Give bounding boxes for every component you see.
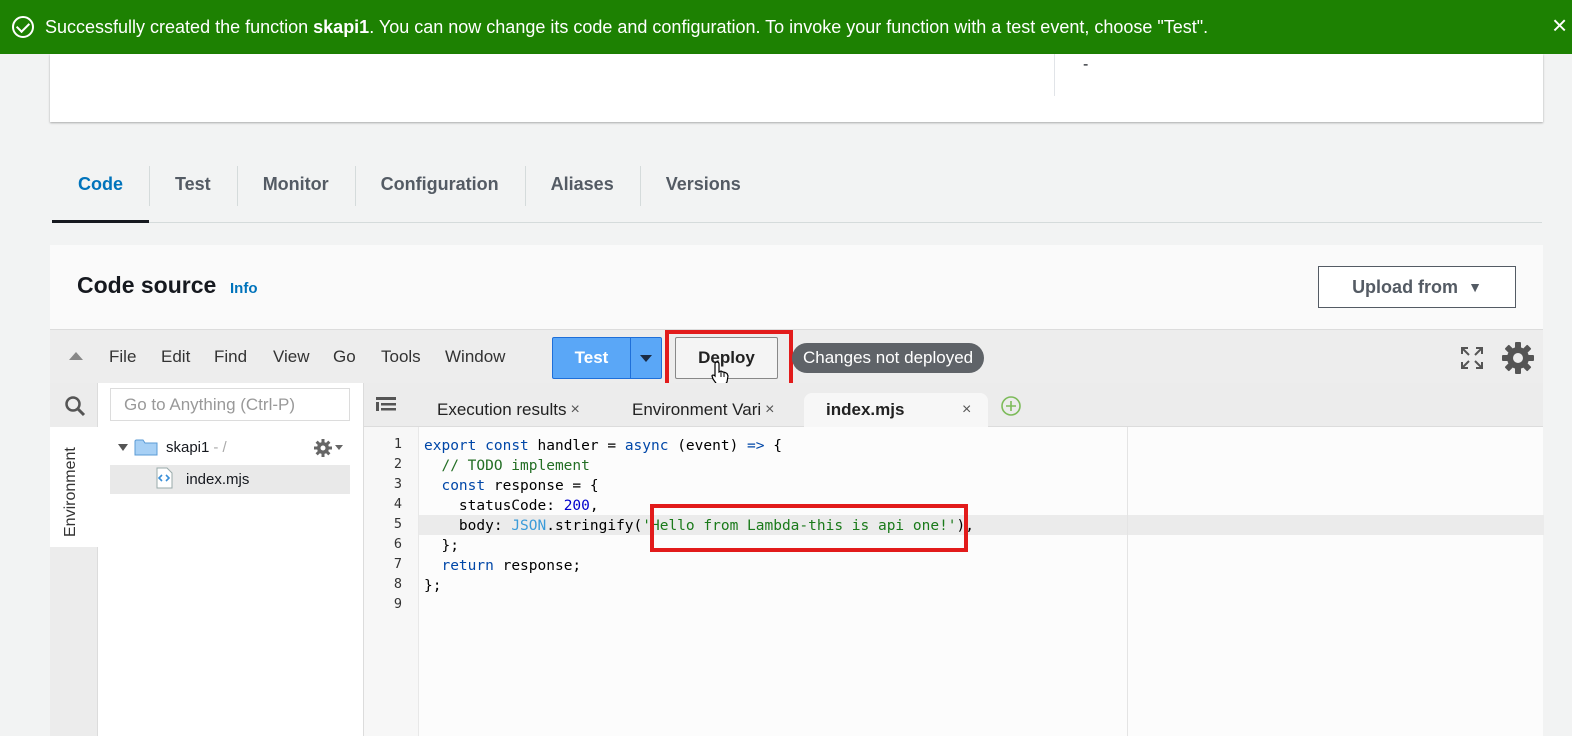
tab-aliases[interactable]: Aliases xyxy=(524,160,640,222)
menu-tools[interactable]: Tools xyxy=(381,347,421,367)
file-tree: skapi1 - / xyxy=(98,383,364,736)
folder-name: skapi1 xyxy=(166,439,210,456)
function-overview-card: - xyxy=(50,54,1543,122)
panel-header: Code source Info Upload from ▼ xyxy=(50,245,1543,329)
line-number: 4 xyxy=(393,496,402,512)
code-line: export const handler = async (event) => … xyxy=(424,438,782,454)
card-divider xyxy=(1054,54,1055,96)
line-number: 9 xyxy=(393,596,402,612)
editor-tab-index-mjs[interactable]: index.mjs × xyxy=(804,393,988,427)
info-link[interactable]: Info xyxy=(230,280,258,297)
code-line: return response; xyxy=(441,558,582,574)
collapse-icon[interactable] xyxy=(69,352,83,360)
search-icon[interactable] xyxy=(64,395,86,417)
panel-title: Code source xyxy=(77,272,217,298)
tree-file-row[interactable]: index.mjs xyxy=(110,465,350,494)
side-rail: Environment xyxy=(50,383,98,736)
tab-configuration[interactable]: Configuration xyxy=(354,160,525,222)
menu-file[interactable]: File xyxy=(109,347,136,367)
environment-tab-label: Environment xyxy=(62,447,79,537)
gear-icon[interactable] xyxy=(1501,341,1535,375)
menu-view[interactable]: View xyxy=(273,347,310,367)
banner-message: Successfully created the function skapi1… xyxy=(45,16,1209,37)
card-value: - xyxy=(1083,56,1089,73)
editor-tab-label: Execution results xyxy=(437,400,567,419)
line-number: 2 xyxy=(393,456,402,472)
caret-down-icon xyxy=(335,445,343,450)
code-file-icon xyxy=(156,467,173,489)
line-number: 7 xyxy=(393,556,402,572)
close-icon[interactable]: × xyxy=(1552,10,1572,40)
tree-folder-row[interactable]: skapi1 - / xyxy=(118,438,227,457)
editor-tab-execution-results[interactable]: Execution results × xyxy=(437,393,580,427)
tab-versions[interactable]: Versions xyxy=(639,160,767,222)
line-number: 3 xyxy=(393,476,402,492)
file-name: index.mjs xyxy=(186,471,250,488)
test-split-button: Test xyxy=(552,337,662,379)
menu-find[interactable]: Find xyxy=(214,347,247,367)
upload-from-button[interactable]: Upload from ▼ xyxy=(1318,266,1516,308)
ide-menubar: File Edit Find View Go Tools Window Test… xyxy=(50,329,1543,394)
editor-tab-environment-variables[interactable]: Environment Vari × xyxy=(632,393,774,427)
add-tab-icon[interactable] xyxy=(1000,395,1022,417)
line-number: 6 xyxy=(393,536,402,552)
gear-icon xyxy=(314,439,332,457)
tab-monitor[interactable]: Monitor xyxy=(236,160,355,222)
code-line: // TODO implement xyxy=(441,458,590,474)
editor-tab-label: Environment Vari xyxy=(632,400,762,419)
code-line: statusCode: 200, xyxy=(424,498,599,514)
tree-settings[interactable] xyxy=(313,438,343,458)
tab-code[interactable]: Code xyxy=(52,160,149,223)
line-number-gutter: 1 2 3 4 5 6 7 8 9 xyxy=(364,427,418,736)
line-number: 5 xyxy=(393,516,402,532)
caret-down-icon: ▼ xyxy=(1468,279,1482,295)
success-banner: Successfully created the function skapi1… xyxy=(0,0,1572,54)
folder-icon xyxy=(134,439,158,456)
code-line: }; xyxy=(424,538,459,554)
close-icon[interactable]: × xyxy=(570,401,579,419)
code-editor[interactable]: export const handler = async (event) => … xyxy=(418,427,1544,736)
print-margin xyxy=(1127,427,1128,736)
code-line: const response = { xyxy=(441,478,599,494)
test-dropdown-button[interactable] xyxy=(631,338,661,378)
tab-list-icon[interactable] xyxy=(376,397,396,413)
expand-triangle-icon[interactable] xyxy=(118,444,128,451)
folder-path: - / xyxy=(213,439,227,456)
changes-status-badge: Changes not deployed xyxy=(792,343,985,373)
editor-tab-bar: Execution results × Environment Vari × i… xyxy=(364,383,1543,427)
go-to-anything-input[interactable] xyxy=(110,388,350,421)
editor-tab-label: index.mjs xyxy=(826,400,905,419)
banner-function-name: skapi1 xyxy=(313,16,370,37)
caret-down-icon xyxy=(640,354,652,362)
function-tabs: Code Test Monitor Configuration Aliases … xyxy=(52,160,1542,223)
tab-test[interactable]: Test xyxy=(149,160,237,222)
code-source-panel: Code source Info Upload from ▼ File Edit… xyxy=(50,245,1544,736)
menu-window[interactable]: Window xyxy=(445,347,505,367)
ide-body: Environment skapi1 - / xyxy=(50,383,1544,736)
fullscreen-icon[interactable] xyxy=(1460,346,1484,370)
close-icon[interactable]: × xyxy=(962,401,971,419)
test-button[interactable]: Test xyxy=(553,338,631,378)
line-number: 1 xyxy=(393,436,402,452)
upload-label: Upload from xyxy=(1352,276,1459,297)
code-line: }; xyxy=(424,578,442,594)
line-number: 8 xyxy=(393,576,402,592)
close-icon[interactable]: × xyxy=(765,401,774,419)
check-circle-icon xyxy=(12,16,34,38)
string-highlight-box xyxy=(650,504,968,552)
menu-go[interactable]: Go xyxy=(333,347,356,367)
menu-edit[interactable]: Edit xyxy=(161,347,190,367)
